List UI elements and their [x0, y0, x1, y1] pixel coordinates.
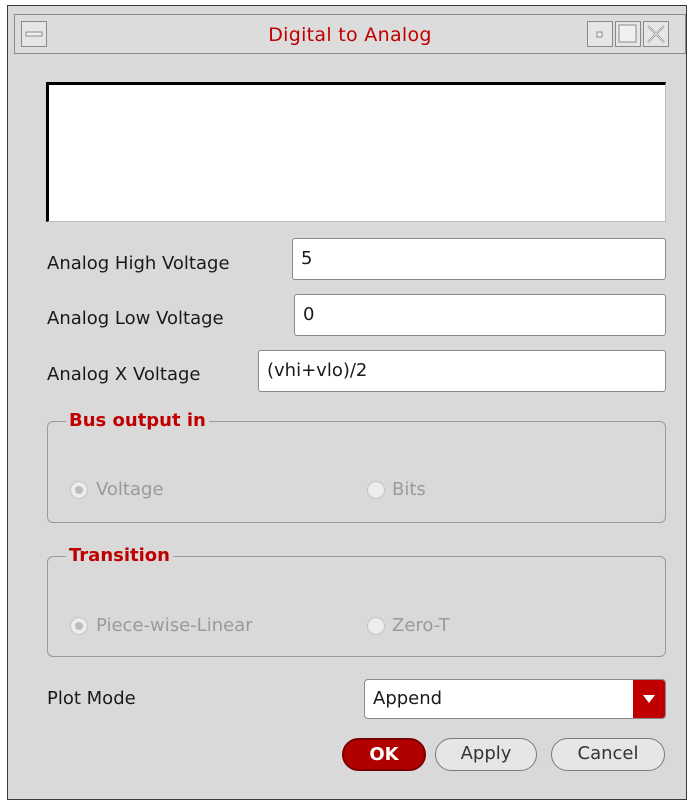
voltage-radio-label: Voltage — [96, 479, 164, 500]
close-button[interactable] — [643, 21, 669, 47]
transition-group — [47, 556, 666, 657]
apply-button[interactable]: Apply — [435, 738, 537, 771]
maximize-button[interactable] — [615, 21, 641, 47]
bits-radio[interactable] — [367, 481, 385, 499]
piecewise-linear-radio-label: Piece-wise-Linear — [96, 615, 253, 636]
zero-t-radio-label: Zero-T — [392, 615, 450, 636]
bits-radio-label: Bits — [392, 479, 426, 500]
window-title: Digital to Analog — [268, 24, 432, 46]
minimize-icon — [596, 31, 603, 38]
ok-button[interactable]: OK — [342, 738, 426, 771]
chevron-down-icon — [643, 695, 655, 703]
plot-mode-select[interactable]: Append — [364, 679, 666, 719]
transition-title: Transition — [66, 545, 173, 566]
preview-area — [46, 82, 666, 222]
plot-mode-value: Append — [373, 688, 443, 709]
x-voltage-input[interactable]: (vhi+vlo)/2 — [258, 350, 666, 392]
bus-output-group — [47, 421, 666, 523]
close-icon — [647, 25, 665, 43]
high-voltage-label: Analog High Voltage — [47, 253, 230, 274]
low-voltage-input[interactable]: 0 — [294, 294, 666, 336]
dropdown-arrow-icon[interactable] — [633, 680, 665, 718]
high-voltage-input[interactable]: 5 — [292, 238, 666, 280]
minimize-button[interactable] — [587, 21, 613, 47]
plot-mode-label: Plot Mode — [47, 688, 136, 709]
low-voltage-label: Analog Low Voltage — [47, 308, 224, 329]
voltage-radio[interactable] — [70, 481, 88, 499]
maximize-icon — [618, 24, 637, 43]
x-voltage-label: Analog X Voltage — [47, 364, 201, 385]
title-bar[interactable]: Digital to Analog — [14, 14, 686, 54]
piecewise-linear-radio[interactable] — [70, 617, 88, 635]
cancel-button[interactable]: Cancel — [551, 738, 665, 771]
bus-output-title: Bus output in — [66, 410, 209, 431]
zero-t-radio[interactable] — [367, 617, 385, 635]
